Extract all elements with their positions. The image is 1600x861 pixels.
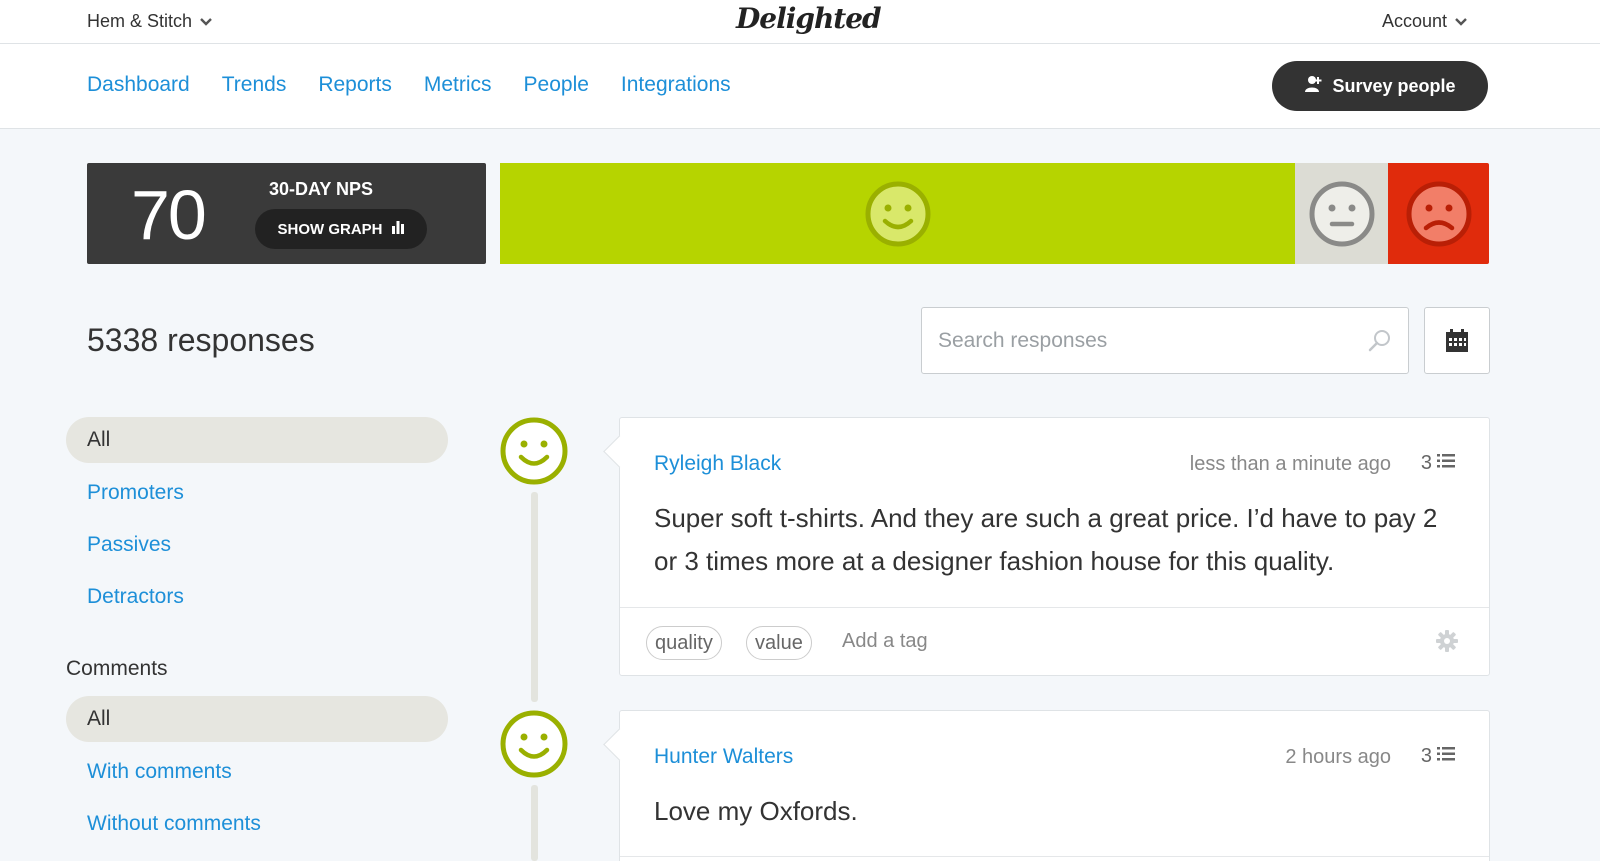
gear-icon[interactable] bbox=[1435, 629, 1459, 658]
nav-dashboard[interactable]: Dashboard bbox=[87, 73, 190, 97]
promoter-face-icon bbox=[500, 710, 568, 778]
list-icon bbox=[1437, 452, 1455, 475]
filter-passives[interactable]: Passives bbox=[66, 522, 448, 568]
account-menu[interactable]: Account bbox=[1382, 10, 1467, 32]
filter-all[interactable]: All bbox=[66, 417, 448, 463]
response-score[interactable]: 3 bbox=[1421, 745, 1455, 768]
search-icon[interactable] bbox=[1368, 328, 1392, 357]
bar-chart-icon bbox=[391, 220, 405, 238]
nps-score-value: 70 bbox=[131, 176, 207, 254]
nav-reports[interactable]: Reports bbox=[318, 73, 392, 97]
passives-bar[interactable] bbox=[1295, 163, 1388, 264]
comments-heading: Comments bbox=[66, 657, 168, 680]
timeline-rail bbox=[531, 492, 538, 702]
nav-people[interactable]: People bbox=[524, 73, 589, 97]
chevron-down-icon bbox=[200, 10, 212, 31]
comments-filter-all[interactable]: All bbox=[66, 696, 448, 742]
respondent-name[interactable]: Hunter Walters bbox=[654, 745, 793, 769]
neutral-face-icon bbox=[1309, 181, 1374, 246]
main-nav-bar: Dashboard Trends Reports Metrics People … bbox=[0, 44, 1600, 129]
promoter-face-icon bbox=[500, 417, 568, 485]
happy-face-icon bbox=[865, 181, 930, 246]
response-card: Hunter Walters 2 hours ago 3 Love my Oxf… bbox=[619, 710, 1490, 861]
nps-score-panel: 70 30-DAY NPS SHOW GRAPH bbox=[87, 163, 486, 264]
top-bar: Hem & Stitch Delighted Account bbox=[0, 0, 1600, 44]
timeline-rail bbox=[531, 785, 538, 861]
respondent-name[interactable]: Ryleigh Black bbox=[654, 452, 781, 476]
search-input[interactable] bbox=[922, 308, 1342, 373]
add-tag-input[interactable]: Add a tag bbox=[842, 630, 928, 653]
survey-people-label: Survey people bbox=[1332, 75, 1456, 96]
filter-promoters[interactable]: Promoters bbox=[66, 470, 448, 516]
sad-face-icon bbox=[1406, 181, 1471, 246]
score-value: 3 bbox=[1420, 452, 1432, 474]
tag-chip[interactable]: quality bbox=[646, 626, 722, 660]
response-comment: Super soft t-shirts. And they are such a… bbox=[654, 503, 1438, 576]
show-graph-button[interactable]: SHOW GRAPH bbox=[255, 209, 427, 249]
delighted-logo[interactable]: Delighted bbox=[736, 2, 882, 35]
response-time: 2 hours ago bbox=[1285, 746, 1391, 768]
detractors-bar[interactable] bbox=[1388, 163, 1489, 264]
calendar-icon bbox=[1446, 328, 1468, 352]
nav-integrations[interactable]: Integrations bbox=[621, 73, 731, 97]
promoters-bar[interactable] bbox=[500, 163, 1295, 264]
survey-people-button[interactable]: Survey people bbox=[1272, 61, 1488, 111]
list-icon bbox=[1437, 745, 1455, 768]
show-graph-label: SHOW GRAPH bbox=[277, 220, 383, 238]
response-score[interactable]: 3 bbox=[1421, 452, 1455, 475]
response-comment: Love my Oxfords. bbox=[654, 796, 858, 826]
nav-metrics[interactable]: Metrics bbox=[424, 73, 492, 97]
card-divider bbox=[620, 856, 1489, 857]
main-nav: Dashboard Trends Reports Metrics People … bbox=[87, 73, 731, 97]
score-value: 3 bbox=[1420, 745, 1432, 767]
nav-trends[interactable]: Trends bbox=[222, 73, 287, 97]
comments-filter-with[interactable]: With comments bbox=[66, 749, 448, 795]
nps-label: 30-DAY NPS bbox=[269, 179, 374, 199]
response-time: less than a minute ago bbox=[1189, 453, 1391, 475]
tag-chip[interactable]: value bbox=[746, 626, 812, 660]
filter-detractors[interactable]: Detractors bbox=[66, 574, 448, 620]
card-footer: quality value Add a tag bbox=[620, 607, 1489, 677]
search-box bbox=[921, 307, 1409, 374]
account-label: Account bbox=[1381, 11, 1447, 31]
date-filter-button[interactable] bbox=[1424, 307, 1490, 374]
response-card: Ryleigh Black less than a minute ago 3 S… bbox=[619, 417, 1490, 676]
chevron-down-icon bbox=[1455, 10, 1467, 31]
company-switcher[interactable]: Hem & Stitch bbox=[87, 10, 212, 32]
comments-filter-without[interactable]: Without comments bbox=[66, 801, 448, 847]
add-person-icon bbox=[1304, 75, 1322, 98]
company-name: Hem & Stitch bbox=[87, 11, 193, 31]
responses-count: 5338 responses bbox=[87, 322, 315, 358]
